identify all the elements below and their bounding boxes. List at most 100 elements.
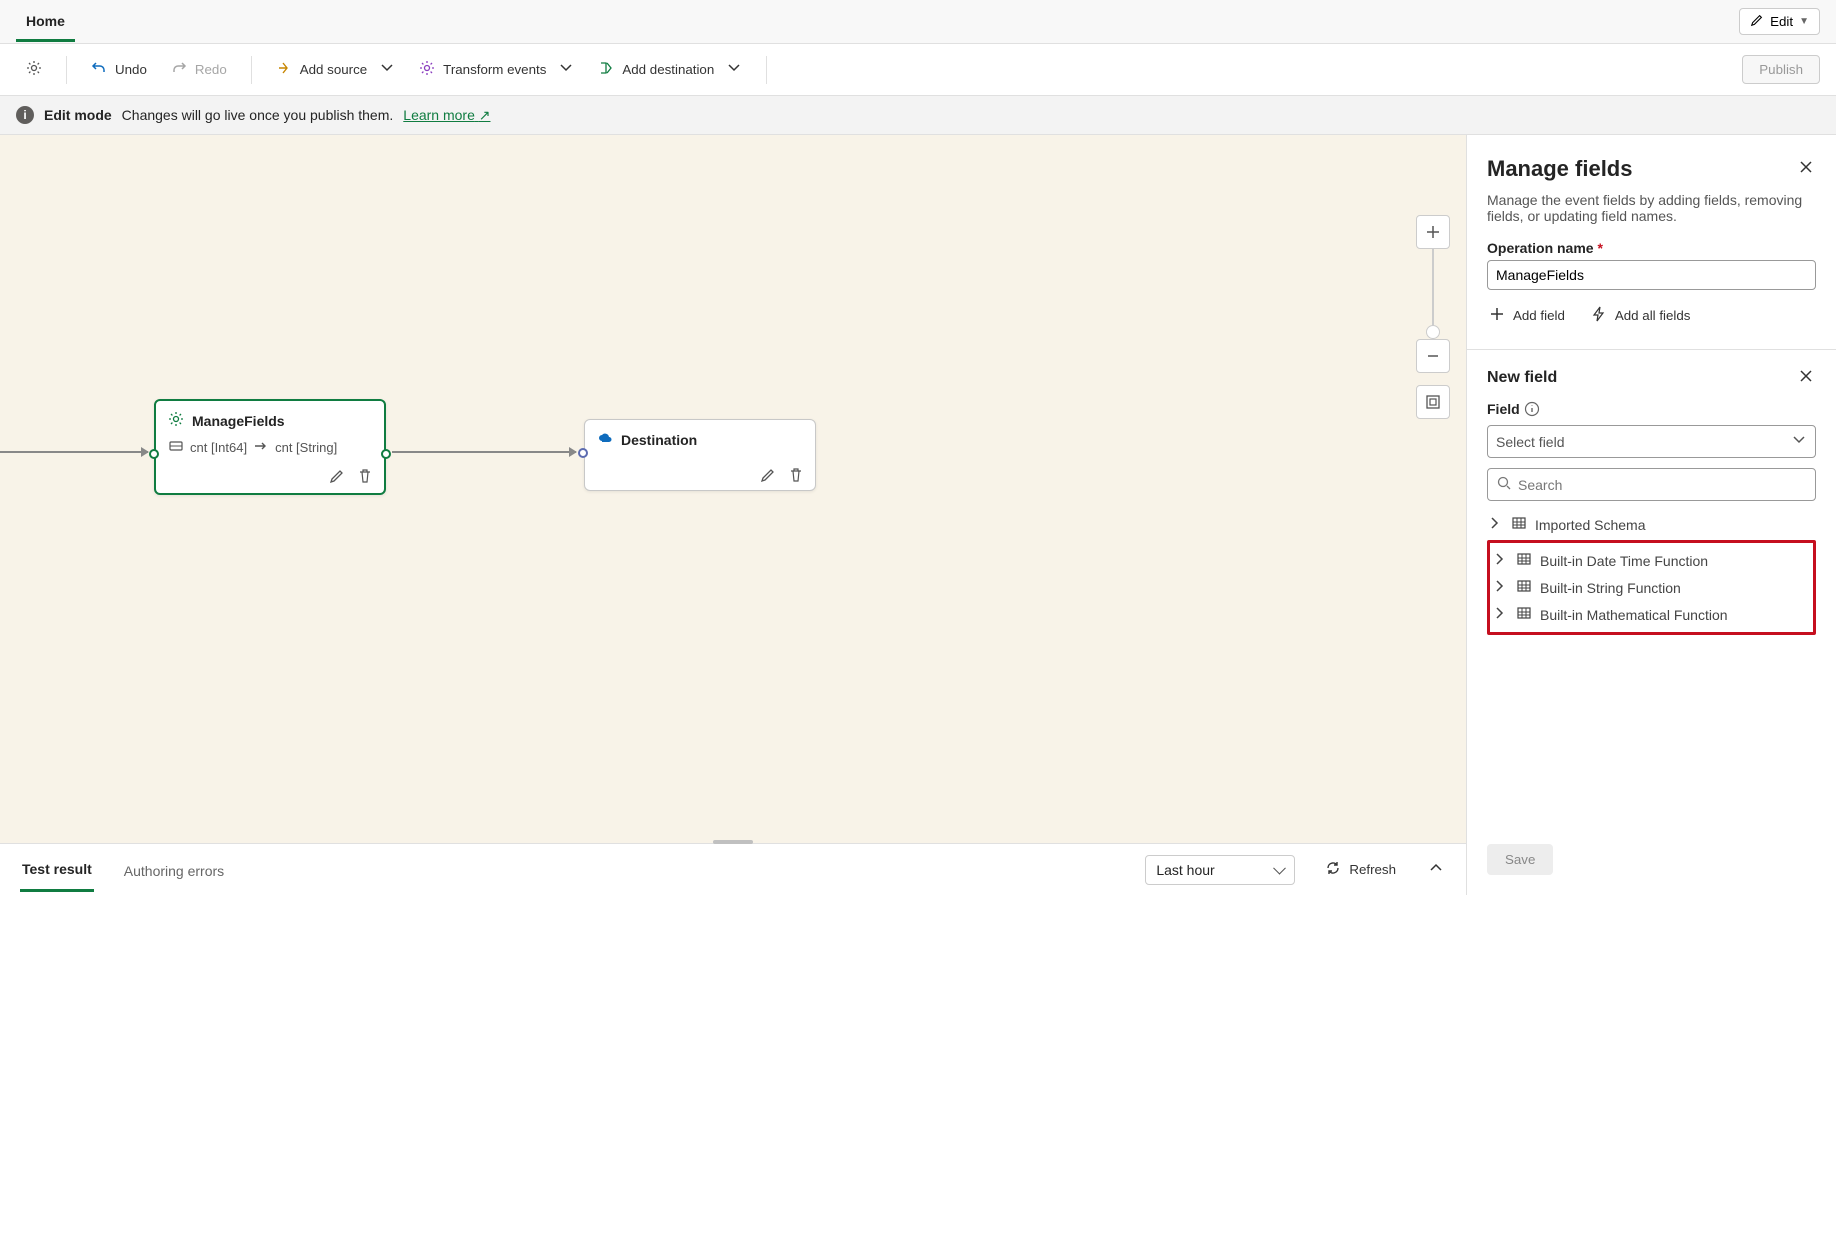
info-icon: i [16,106,34,124]
field-label: Field [1487,401,1816,417]
toolbar: Undo Redo Add source Transform events Ad… [0,44,1836,96]
delete-node-button[interactable] [787,466,805,484]
refresh-button[interactable]: Refresh [1323,856,1398,883]
tree-item-label: Built-in Date Time Function [1540,553,1708,569]
node-managefields[interactable]: ManageFields cnt [Int64] cnt [String] [154,399,386,495]
external-link-icon: ↗ [479,107,491,123]
add-destination-label: Add destination [622,62,714,77]
tab-authoring-errors[interactable]: Authoring errors [122,849,226,891]
settings-button[interactable] [16,54,52,85]
tree-item-string-fn[interactable]: Built-in String Function [1492,574,1811,601]
node-managefields-src: cnt [Int64] [190,440,247,455]
highlighted-box: Built-in Date Time Function Built-in Str… [1487,540,1816,635]
field-select-value: Select field [1496,434,1564,450]
banner-msg: Changes will go live once you publish th… [122,107,394,123]
edit-label: Edit [1770,14,1793,29]
chevron-down-icon [722,60,742,79]
table-icon [1516,578,1532,597]
add-all-fields-button[interactable]: Add all fields [1589,302,1693,329]
gear-icon [168,411,184,430]
tree-item-label: Built-in String Function [1540,580,1681,596]
arrow-right-icon [253,438,269,457]
gear-icon [26,60,42,79]
search-placeholder: Search [1518,477,1562,493]
caret-down-icon: ▼ [1799,16,1809,27]
undo-label: Undo [115,62,147,77]
tree-item-imported-schema[interactable]: Imported Schema [1487,511,1816,538]
close-panel-button[interactable] [1796,155,1816,182]
edit-node-button[interactable] [759,466,777,484]
field-search-input[interactable]: Search [1487,468,1816,501]
close-icon [1798,368,1814,387]
column-icon [168,438,184,457]
delete-node-button[interactable] [356,467,374,485]
node-managefields-title: ManageFields [192,413,285,429]
tree-item-label: Built-in Mathematical Function [1540,607,1728,623]
add-field-button[interactable]: Add field [1487,302,1567,329]
chevron-down-icon [1791,432,1807,451]
edit-mode-banner: i Edit mode Changes will go live once yo… [0,96,1836,135]
chevron-up-icon [1428,860,1444,879]
zoom-in-button[interactable] [1416,215,1450,249]
table-icon [1516,551,1532,570]
node-destination[interactable]: Destination [584,419,816,491]
close-new-field-button[interactable] [1796,364,1816,391]
add-field-label: Add field [1513,308,1565,323]
transform-button[interactable]: Transform events [409,54,584,85]
learn-more-link[interactable]: Learn more ↗ [403,107,490,124]
pencil-icon [1750,13,1764,30]
zoom-fit-button[interactable] [1416,385,1450,419]
new-field-title: New field [1487,369,1557,387]
tab-home[interactable]: Home [16,1,75,42]
redo-icon [171,60,187,79]
redo-label: Redo [195,62,227,77]
tree-item-math-fn[interactable]: Built-in Mathematical Function [1492,601,1811,628]
destination-icon [598,60,614,79]
time-range-dropdown[interactable]: Last hour [1145,855,1295,885]
bolt-icon [1591,306,1607,325]
operation-name-label: Operation name * [1487,240,1816,256]
add-source-label: Add source [300,62,367,77]
table-icon [1516,605,1532,624]
edit-dropdown[interactable]: Edit ▼ [1739,8,1820,35]
refresh-label: Refresh [1349,862,1396,877]
tree-item-datetime-fn[interactable]: Built-in Date Time Function [1492,547,1811,574]
edit-node-button[interactable] [328,467,346,485]
chevron-down-icon [554,60,574,79]
chevron-right-icon [1492,551,1508,570]
add-source-button[interactable]: Add source [266,54,405,85]
table-icon [1511,515,1527,534]
dock-expand-button[interactable] [1426,856,1446,883]
zoom-out-button[interactable] [1416,339,1450,373]
tab-strip: Home Edit ▼ [0,0,1836,44]
operation-name-input[interactable] [1487,260,1816,290]
side-title: Manage fields [1487,156,1632,182]
chevron-right-icon [1487,515,1503,534]
undo-icon [91,60,107,79]
side-panel: Manage fields Manage the event fields by… [1466,135,1836,895]
source-icon [276,60,292,79]
refresh-icon [1325,860,1341,879]
cloud-icon [597,430,613,449]
transform-icon [419,60,435,79]
undo-button[interactable]: Undo [81,54,157,85]
add-all-label: Add all fields [1615,308,1691,323]
add-destination-button[interactable]: Add destination [588,54,752,85]
side-description: Manage the event fields by adding fields… [1487,192,1816,224]
publish-button[interactable]: Publish [1742,55,1820,84]
chevron-down-icon [375,60,395,79]
search-icon [1496,475,1512,494]
node-destination-title: Destination [621,432,697,448]
save-button[interactable]: Save [1487,844,1553,875]
banner-title: Edit mode [44,107,112,123]
flow-canvas[interactable]: ManageFields cnt [Int64] cnt [String] [0,135,1466,843]
node-managefields-dst: cnt [String] [275,440,337,455]
transform-label: Transform events [443,62,546,77]
chevron-right-icon [1492,605,1508,624]
learn-more-label: Learn more [403,107,475,123]
zoom-slider[interactable] [1432,249,1434,339]
tab-test-result[interactable]: Test result [20,847,94,892]
field-select[interactable]: Select field [1487,425,1816,458]
redo-button[interactable]: Redo [161,54,237,85]
close-icon [1798,159,1814,178]
